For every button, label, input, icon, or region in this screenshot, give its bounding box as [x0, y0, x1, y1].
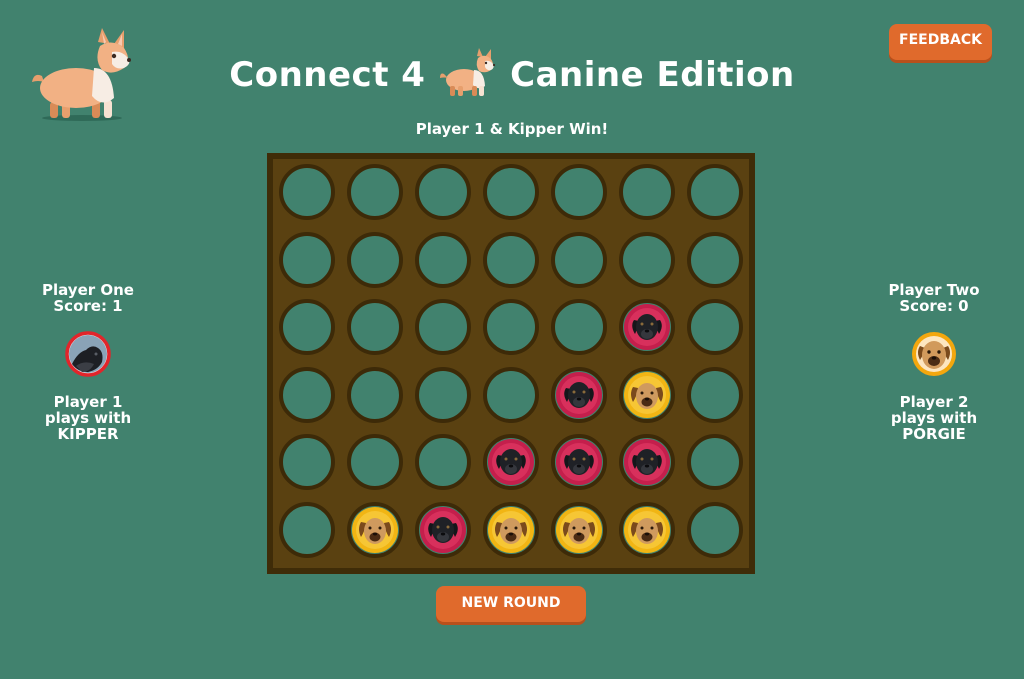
kipper-disc — [556, 439, 602, 485]
board-slot[interactable] — [347, 299, 403, 355]
board-slot[interactable] — [347, 501, 403, 558]
kipper-disc — [624, 304, 670, 350]
player-plays-with: Player 1 plays with KIPPER — [13, 394, 163, 442]
board-slot[interactable] — [551, 299, 607, 355]
player-name: Player Two — [888, 281, 980, 299]
board-slot[interactable] — [279, 501, 335, 558]
board-slot[interactable] — [619, 299, 675, 355]
kipper-disc — [624, 439, 670, 485]
board-slot[interactable] — [687, 164, 743, 220]
player-one-panel: Player One Score: 1 Player 1 plays with … — [13, 282, 163, 442]
board-slot[interactable] — [415, 366, 471, 423]
board-slot[interactable] — [279, 299, 335, 355]
board-slot[interactable] — [619, 501, 675, 558]
board-slot[interactable] — [551, 501, 607, 558]
board-slot[interactable] — [483, 231, 539, 288]
page-title: Connect 4 Canine Edition — [0, 48, 1024, 98]
board-slot[interactable] — [687, 231, 743, 288]
board-slot[interactable] — [347, 366, 403, 423]
player-score: Score: 1 — [53, 297, 123, 315]
board-slot[interactable] — [483, 501, 539, 558]
title-text-edition: Canine Edition — [510, 55, 795, 95]
kipper-disc — [556, 371, 602, 418]
plays-line-2: plays with — [44, 409, 132, 427]
board-slot[interactable] — [483, 366, 539, 423]
board-slot[interactable] — [279, 231, 335, 288]
porgie-disc — [352, 506, 398, 553]
board-slot[interactable] — [551, 366, 607, 423]
board-slot[interactable] — [619, 434, 675, 490]
dog-name: KIPPER — [57, 425, 119, 443]
board-slot[interactable] — [483, 434, 539, 490]
board-slot[interactable] — [415, 299, 471, 355]
dog-name: PORGIE — [902, 425, 966, 443]
board-slot[interactable] — [687, 366, 743, 423]
board-slot[interactable] — [687, 299, 743, 355]
board-slot[interactable] — [551, 164, 607, 220]
board-slot[interactable] — [279, 164, 335, 220]
board-slot[interactable] — [619, 231, 675, 288]
board-slot[interactable] — [551, 231, 607, 288]
porgie-token-icon — [912, 332, 956, 376]
porgie-disc — [624, 506, 670, 553]
board-slot[interactable] — [347, 434, 403, 490]
board-slot[interactable] — [551, 434, 607, 490]
corgi-icon — [439, 48, 495, 96]
board-slot[interactable] — [619, 366, 675, 423]
game-status: Player 1 & Kipper Win! — [415, 120, 609, 138]
plays-line-1: Player 1 — [53, 393, 123, 411]
board-slot[interactable] — [279, 366, 335, 423]
kipper-disc — [420, 506, 466, 553]
feedback-button[interactable]: FEEDBACK — [889, 24, 992, 60]
title-text-connect: Connect 4 — [229, 55, 426, 95]
plays-line-1: Player 2 — [899, 393, 969, 411]
new-round-button[interactable]: NEW ROUND — [436, 586, 586, 622]
player-name: Player One — [42, 281, 134, 299]
player-score: Score: 0 — [899, 297, 969, 315]
board-slot[interactable] — [687, 501, 743, 558]
kipper-disc — [488, 439, 534, 485]
board-slot[interactable] — [415, 501, 471, 558]
board-slot[interactable] — [279, 434, 335, 490]
porgie-disc — [624, 371, 670, 418]
board-slot[interactable] — [483, 299, 539, 355]
player-two-panel: Player Two Score: 0 Player 2 plays with … — [859, 282, 1009, 442]
board-slot[interactable] — [347, 164, 403, 220]
board-slot[interactable] — [619, 164, 675, 220]
game-board — [267, 153, 755, 574]
porgie-disc — [488, 506, 534, 553]
board-slot[interactable] — [483, 164, 539, 220]
player-plays-with: Player 2 plays with PORGIE — [859, 394, 1009, 442]
kipper-token-icon — [65, 331, 111, 377]
board-slot[interactable] — [415, 164, 471, 220]
board-slot[interactable] — [415, 434, 471, 490]
board-slot[interactable] — [687, 434, 743, 490]
plays-line-2: plays with — [890, 409, 978, 427]
porgie-disc — [556, 506, 602, 553]
board-slot[interactable] — [415, 231, 471, 288]
board-slot[interactable] — [347, 231, 403, 288]
